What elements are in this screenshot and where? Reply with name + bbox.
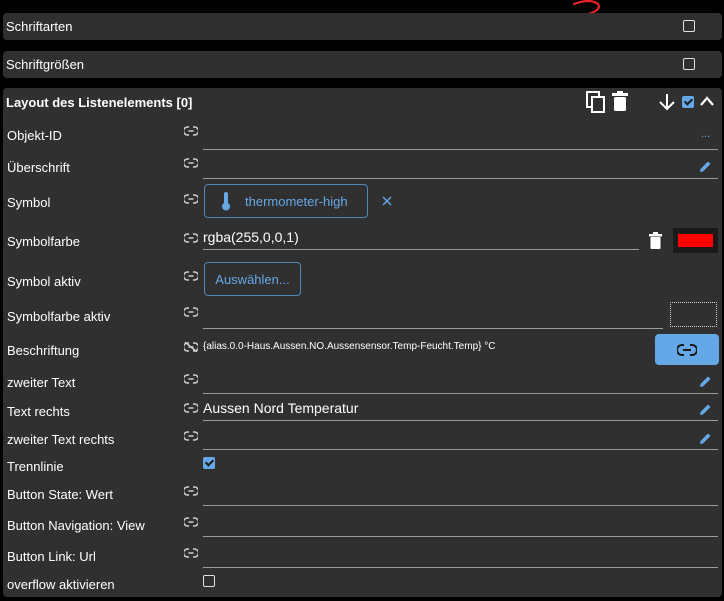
section-font-sizes-title: Schriftgrößen: [6, 57, 85, 72]
row-button-nav-label: Button Navigation: View: [7, 518, 145, 533]
link-icon[interactable]: [184, 548, 198, 558]
row-symbol-color-active-label: Symbolfarbe aktiv: [7, 309, 111, 324]
delete-icon[interactable]: [612, 91, 628, 111]
section-fonts-checkbox[interactable]: [683, 20, 695, 32]
edit-pen-icon[interactable]: [699, 375, 712, 388]
row-second-text-label: zweiter Text: [7, 375, 76, 390]
link-icon[interactable]: [184, 194, 198, 204]
row-object-id-label: Objekt-ID: [7, 128, 62, 143]
button-link-field[interactable]: [203, 545, 718, 568]
link-icon[interactable]: [184, 517, 198, 527]
row-overflow-label: overflow aktivieren: [7, 577, 115, 592]
edit-pen-icon[interactable]: [699, 432, 712, 445]
caption-field[interactable]: {alias.0.0-Haus.Aussen.NO.Aussensensor.T…: [203, 341, 495, 352]
row-symbol-color-label: Symbolfarbe: [7, 234, 80, 249]
link-icon[interactable]: [184, 233, 198, 243]
object-id-field[interactable]: [203, 127, 718, 150]
section-font-sizes[interactable]: Schriftgrößen: [3, 51, 722, 78]
link-icon[interactable]: [184, 126, 198, 136]
text-right-field[interactable]: Aussen Nord Temperatur: [203, 398, 718, 421]
section-layout-title: Layout des Listenelements [0]: [6, 95, 193, 110]
section-fonts[interactable]: Schriftarten: [3, 13, 722, 40]
link-icon: [677, 344, 697, 356]
symbol-name: thermometer-high: [245, 193, 348, 209]
unlink-icon[interactable]: [184, 342, 198, 352]
row-text-right-label: Text rechts: [7, 404, 70, 419]
row-divider-label: Trennlinie: [7, 459, 64, 474]
delete-color-icon[interactable]: [649, 232, 662, 249]
row-symbol-active-label: Symbol aktiv: [7, 274, 81, 289]
symbol-color-field[interactable]: rgba(255,0,0,1): [203, 227, 639, 250]
second-text-field[interactable]: [203, 371, 718, 394]
select-symbol-button[interactable]: Auswählen...: [204, 262, 301, 296]
select-symbol-label: Auswählen...: [215, 271, 290, 287]
object-id-more-button[interactable]: ...: [701, 128, 710, 140]
section-fonts-title: Schriftarten: [6, 19, 73, 34]
link-icon[interactable]: [184, 271, 198, 281]
clear-symbol-icon[interactable]: [382, 196, 392, 206]
link-icon[interactable]: [184, 158, 198, 168]
button-nav-field[interactable]: [203, 514, 718, 537]
button-state-field[interactable]: [203, 483, 718, 506]
caption-binding-button[interactable]: [655, 334, 719, 365]
row-second-text-right-label: zweiter Text rechts: [7, 432, 115, 447]
link-icon[interactable]: [184, 486, 198, 496]
heading-field[interactable]: [203, 156, 718, 179]
link-icon[interactable]: [184, 307, 198, 317]
row-button-state-label: Button State: Wert: [7, 487, 113, 502]
overflow-checkbox[interactable]: [203, 575, 215, 587]
thermometer-high-icon: [222, 192, 230, 211]
row-heading-label: Überschrift: [7, 160, 70, 175]
copy-icon[interactable]: [586, 91, 606, 113]
edit-pen-icon[interactable]: [699, 160, 712, 173]
divider-checkbox[interactable]: [203, 457, 215, 469]
section-layout: Layout des Listenelements [0] Objekt-ID …: [3, 88, 722, 597]
symbol-picker-button[interactable]: thermometer-high: [204, 184, 368, 218]
symbol-color-swatch[interactable]: [673, 228, 718, 253]
edit-pen-icon[interactable]: [699, 403, 712, 416]
section-layout-checkbox[interactable]: [682, 96, 694, 108]
row-button-link-label: Button Link: Url: [7, 549, 96, 564]
link-icon[interactable]: [184, 374, 198, 384]
arrow-down-icon[interactable]: [659, 93, 675, 111]
chevron-up-icon[interactable]: [700, 96, 714, 106]
link-icon[interactable]: [184, 431, 198, 441]
symbol-color-active-swatch[interactable]: [670, 302, 717, 327]
row-symbol-label: Symbol: [7, 195, 51, 210]
section-font-sizes-checkbox[interactable]: [683, 58, 695, 70]
link-icon[interactable]: [184, 403, 198, 413]
row-caption-label: Beschriftung: [7, 343, 80, 358]
symbol-color-active-field[interactable]: [203, 306, 663, 329]
second-text-right-field[interactable]: [203, 427, 718, 450]
